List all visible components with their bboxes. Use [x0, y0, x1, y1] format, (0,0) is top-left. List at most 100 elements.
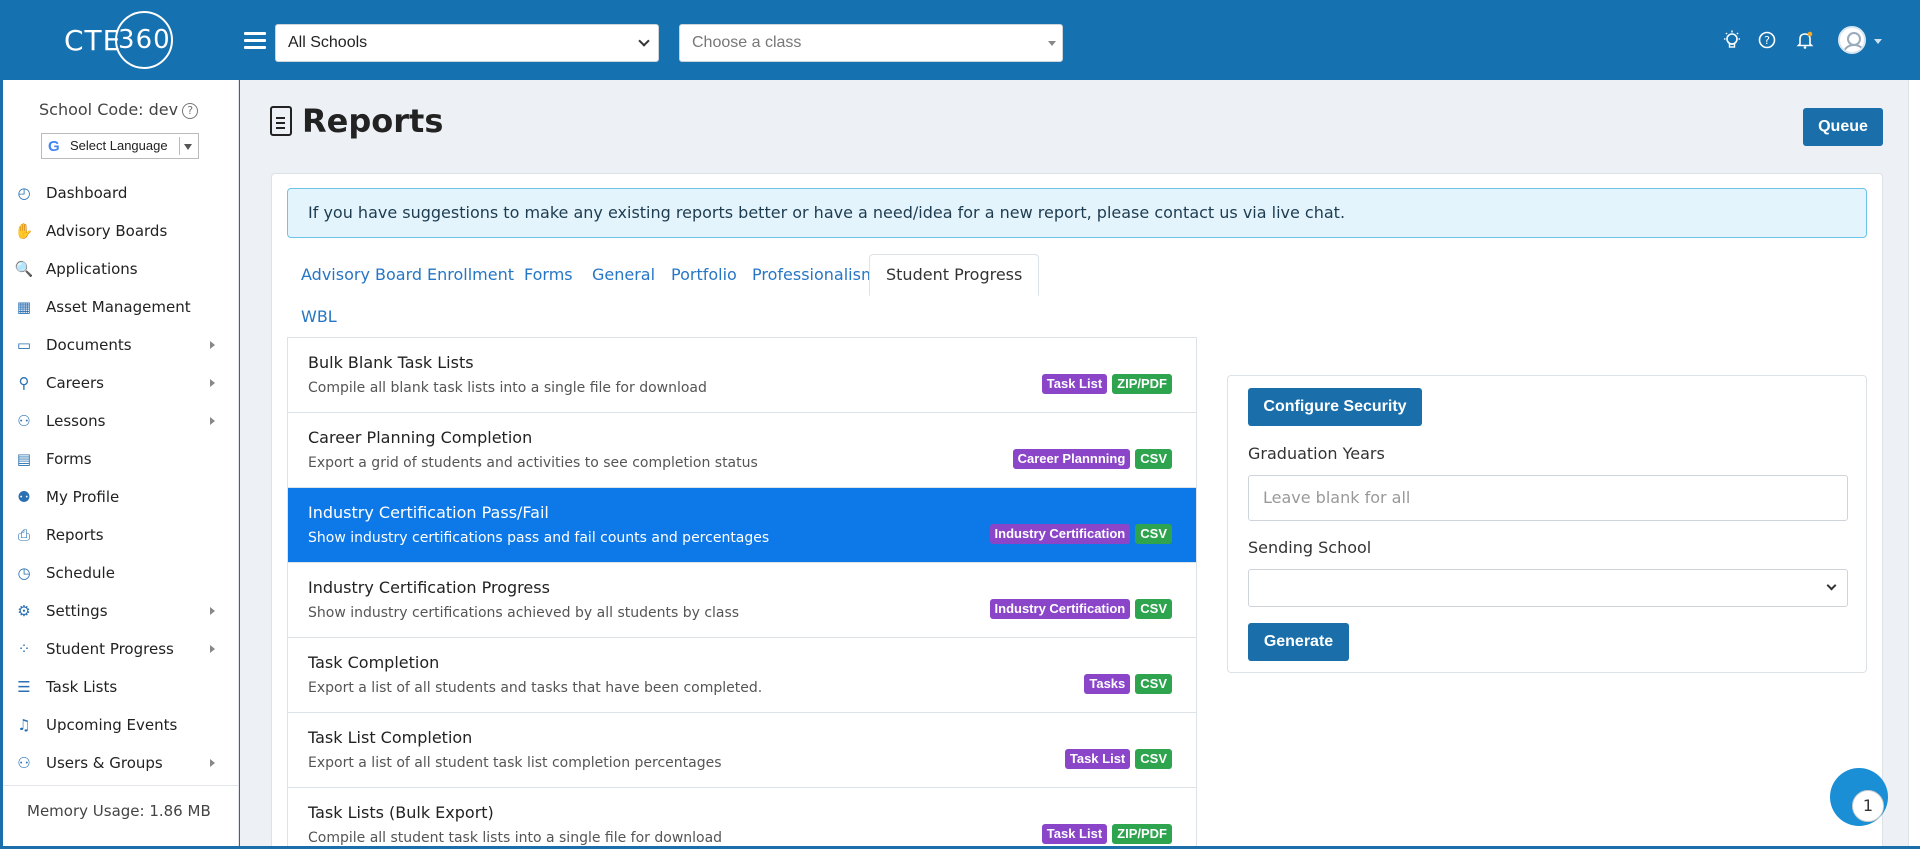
tab-professionalism[interactable]: Professionalism — [752, 254, 877, 296]
category-badge: Industry Certification — [989, 524, 1131, 544]
sidebar-item-label: Settings — [46, 602, 108, 620]
class-select[interactable]: Choose a class — [679, 24, 1063, 62]
sidebar-item-dashboard[interactable]: ◴ Dashboard — [3, 174, 239, 212]
tab-enrollment[interactable]: Enrollment — [427, 254, 514, 296]
tab-wbl[interactable]: WBL — [301, 296, 337, 338]
group-icon: ⚇ — [17, 412, 31, 430]
cte360-logo[interactable]: CTE 360 — [64, 11, 176, 69]
school-select[interactable]: All Schools — [275, 24, 659, 62]
svg-text:?: ? — [1764, 34, 1770, 47]
caret-right-icon — [210, 759, 215, 767]
dashboard-icon: ◴ — [17, 184, 31, 202]
report-item[interactable]: Bulk Blank Task Lists Compile all blank t… — [288, 338, 1196, 413]
tab-portfolio[interactable]: Portfolio — [671, 254, 737, 296]
sidebar-item-schedule[interactable]: ◷ Schedule — [3, 554, 239, 592]
report-item[interactable]: Industry Certification Pass/Fail Show ind… — [288, 488, 1196, 563]
report-badges: Task List ZIP/PDF — [1041, 374, 1172, 394]
school-code-text: School Code: dev — [39, 100, 179, 119]
report-description: Export a list of all student task list c… — [308, 755, 722, 771]
report-item[interactable]: Task List Completion Export a list of all… — [288, 713, 1196, 788]
bell-icon[interactable] — [1795, 30, 1815, 50]
chat-notification-badge[interactable]: 1 — [1852, 790, 1884, 822]
tab-forms[interactable]: Forms — [524, 254, 573, 296]
report-config-panel: Configure Security Graduation Years Leav… — [1227, 375, 1867, 673]
sidebar-item-label: Asset Management — [46, 298, 191, 316]
top-bar: CTE 360 All Schools Choose a class ? — [0, 0, 1920, 80]
caret-right-icon — [210, 645, 215, 653]
queue-button[interactable]: Queue — [1803, 108, 1883, 146]
report-item[interactable]: Task Completion Export a list of all stud… — [288, 638, 1196, 713]
logo-ring: 360 — [115, 11, 174, 69]
tab-general[interactable]: General — [592, 254, 655, 296]
sidebar-item-label: Schedule — [46, 564, 115, 582]
sidebar-item-label: Task Lists — [46, 678, 118, 696]
lightbulb-icon[interactable] — [1722, 30, 1742, 50]
sidebar-item-asset-management[interactable]: ▦ Asset Management — [3, 288, 239, 326]
handshake-icon: ✋ — [14, 222, 34, 240]
sidebar-item-upcoming-events[interactable]: ♫ Upcoming Events — [3, 706, 239, 744]
sidebar-item-label: Careers — [46, 374, 104, 392]
report-badges: Tasks CSV — [1084, 674, 1172, 694]
tab-student-progress[interactable]: Student Progress — [869, 254, 1040, 296]
class-select-placeholder: Choose a class — [692, 34, 802, 51]
sidebar-item-documents[interactable]: ▭ Documents — [3, 326, 239, 364]
report-title: Career Planning Completion — [308, 428, 533, 447]
generate-button[interactable]: Generate — [1248, 623, 1349, 661]
user-avatar[interactable] — [1838, 26, 1866, 54]
graduation-years-input[interactable]: Leave blank for all — [1248, 475, 1848, 521]
warehouse-icon: ▦ — [16, 298, 32, 316]
caret-right-icon — [210, 607, 215, 615]
list-icon: ☰ — [17, 678, 31, 696]
sidebar-item-label: Student Progress — [46, 640, 174, 658]
category-badge: Task List — [1064, 749, 1131, 769]
sidebar-item-task-lists[interactable]: ☰ Task Lists — [3, 668, 239, 706]
format-badge: CSV — [1135, 749, 1172, 769]
report-badges: Task List ZIP/PDF — [1041, 824, 1172, 844]
graduation-years-label: Graduation Years — [1248, 444, 1385, 463]
sidebar-item-advisory-boards[interactable]: ✋ Advisory Boards — [3, 212, 239, 250]
sidebar-item-label: Forms — [46, 450, 92, 468]
question-icon[interactable]: ? — [182, 103, 199, 119]
report-item[interactable]: Industry Certification Progress Show indu… — [288, 563, 1196, 638]
page-title: Reports — [302, 102, 444, 140]
category-badge: Industry Certification — [989, 599, 1131, 619]
sidebar-item-label: Applications — [46, 260, 138, 278]
user-icon: ⚉ — [17, 488, 31, 506]
sidebar-item-label: Upcoming Events — [46, 716, 178, 734]
sidebar-item-reports[interactable]: ⎙ Reports — [3, 516, 239, 554]
memory-usage: Memory Usage: 1.86 MB — [27, 802, 211, 820]
report-badges: Industry Certification CSV — [989, 524, 1172, 544]
sidebar-item-my-profile[interactable]: ⚉ My Profile — [3, 478, 239, 516]
language-select[interactable]: G Select Language — [41, 133, 199, 159]
sidebar-item-users-groups[interactable]: ⚇ Users & Groups — [3, 744, 239, 782]
right-edge — [1908, 80, 1920, 849]
sending-school-select[interactable] — [1248, 569, 1848, 607]
hamburger-menu-icon[interactable] — [244, 32, 266, 50]
info-alert: If you have suggestions to make any exis… — [287, 188, 1867, 238]
main-content: Reports Queue If you have suggestions to… — [240, 80, 1908, 846]
report-item[interactable]: Career Planning Completion Export a grid … — [288, 413, 1196, 488]
sidebar-item-label: Users & Groups — [46, 754, 163, 772]
sidebar-item-student-progress[interactable]: ⁘ Student Progress — [3, 630, 239, 668]
caret-right-icon — [210, 341, 215, 349]
sidebar-item-forms[interactable]: ▤ Forms — [3, 440, 239, 478]
report-item[interactable]: Task Lists (Bulk Export) Compile all stud… — [288, 788, 1196, 846]
sidebar-item-label: Reports — [46, 526, 104, 544]
sidebar-item-settings[interactable]: ⚙ Settings — [3, 592, 239, 630]
sidebar-item-applications[interactable]: 🔍 Applications — [3, 250, 239, 288]
caret-down-icon — [1048, 41, 1056, 46]
clock-icon: ◷ — [17, 564, 31, 582]
help-icon[interactable]: ? — [1757, 30, 1777, 50]
configure-security-button[interactable]: Configure Security — [1248, 388, 1422, 426]
school-select-value: All Schools — [288, 34, 368, 51]
users-icon: ⚇ — [17, 754, 31, 772]
tab-advisory-board[interactable]: Advisory Board — [301, 254, 422, 296]
sidebar: School Code: dev? G Select Language ◴ Das… — [3, 80, 239, 846]
caret-down-icon[interactable] — [1874, 39, 1882, 44]
sidebar-item-lessons[interactable]: ⚇ Lessons — [3, 402, 239, 440]
report-category-tabs: Advisory Board Enrollment Forms General … — [287, 254, 1227, 338]
person-tie-icon: ⚲ — [18, 374, 30, 392]
sidebar-item-label: My Profile — [46, 488, 120, 506]
search-document-icon: 🔍 — [14, 260, 34, 278]
sidebar-item-careers[interactable]: ⚲ Careers — [3, 364, 239, 402]
